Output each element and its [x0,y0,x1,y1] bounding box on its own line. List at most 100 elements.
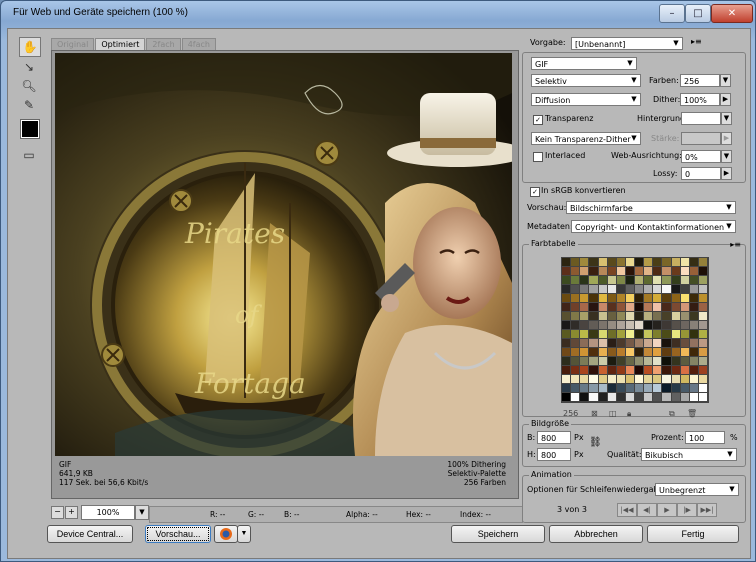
color-swatch[interactable] [698,366,708,375]
color-swatch[interactable] [571,339,581,348]
color-swatch[interactable] [680,321,690,330]
preview-button[interactable]: Vorschau... [145,525,211,543]
quality-select[interactable]: Bikubisch ▼ [641,448,737,461]
color-swatch[interactable] [571,303,581,312]
color-swatch[interactable] [598,339,608,348]
color-swatch[interactable] [671,375,681,384]
color-swatch[interactable] [580,348,590,357]
color-swatch[interactable] [635,339,645,348]
color-swatch[interactable] [653,303,663,312]
color-swatch[interactable] [607,357,617,366]
color-swatch[interactable] [598,321,608,330]
color-swatch[interactable] [607,276,617,285]
hand-tool-icon[interactable]: ✋ [19,37,41,57]
color-swatch[interactable] [671,366,681,375]
color-swatch[interactable] [662,267,672,276]
color-swatch[interactable] [644,339,654,348]
color-swatch[interactable] [635,384,645,393]
colors-field[interactable]: 256 [680,74,720,87]
color-swatch[interactable] [607,285,617,294]
transparency-checkbox[interactable]: ✓ [533,115,543,125]
color-swatch[interactable] [653,393,663,402]
color-swatch[interactable] [680,258,690,267]
color-swatch[interactable] [616,285,626,294]
color-swatch[interactable] [644,258,654,267]
color-swatch[interactable] [625,366,635,375]
color-swatch[interactable] [580,375,590,384]
color-swatch[interactable] [680,267,690,276]
color-swatch[interactable] [635,348,645,357]
color-swatch[interactable] [635,330,645,339]
color-swatch[interactable] [589,303,599,312]
color-swatch[interactable] [689,384,699,393]
color-swatch[interactable] [625,393,635,402]
color-swatch[interactable] [698,294,708,303]
color-swatch[interactable] [698,258,708,267]
color-swatch[interactable] [607,267,617,276]
eyedropper-color-swatch[interactable] [20,119,40,139]
color-swatch[interactable] [689,330,699,339]
dither-algorithm-select[interactable]: Diffusion ▼ [531,93,641,106]
color-swatch[interactable] [671,276,681,285]
color-swatch[interactable] [662,339,672,348]
width-field[interactable]: 800 [537,431,571,444]
color-swatch[interactable] [571,330,581,339]
color-swatch[interactable] [680,339,690,348]
color-swatch[interactable] [607,348,617,357]
color-swatch[interactable] [662,294,672,303]
color-swatch[interactable] [562,267,572,276]
color-swatch[interactable] [589,348,599,357]
color-swatch[interactable] [644,312,654,321]
color-swatch[interactable] [653,375,663,384]
color-swatch[interactable] [607,339,617,348]
dither-dropdown-icon[interactable]: ▶ [720,93,731,106]
cancel-button[interactable]: Abbrechen [549,525,643,543]
color-swatch[interactable] [571,276,581,285]
loop-options-select[interactable]: Unbegrenzt ▼ [655,483,739,496]
color-swatch[interactable] [562,366,572,375]
color-swatch[interactable] [680,303,690,312]
color-swatch[interactable] [562,276,572,285]
color-swatch[interactable] [571,357,581,366]
minimize-button[interactable]: – [659,4,685,23]
delete-color-icon[interactable]: 🗑︎ [687,409,697,418]
color-swatch[interactable] [616,330,626,339]
color-swatch[interactable] [671,393,681,402]
color-table-grid[interactable] [561,257,709,403]
color-swatch[interactable] [644,375,654,384]
color-swatch[interactable] [598,294,608,303]
matte-dropdown-icon[interactable]: ▼ [721,112,732,125]
color-swatch[interactable] [662,384,672,393]
color-swatch[interactable] [653,267,663,276]
color-swatch[interactable] [671,267,681,276]
color-swatch[interactable] [644,330,654,339]
color-swatch[interactable] [662,348,672,357]
srgb-checkbox[interactable]: ✓ [530,187,540,197]
color-swatch[interactable] [635,303,645,312]
color-swatch[interactable] [698,276,708,285]
color-swatch[interactable] [580,321,590,330]
color-swatch[interactable] [671,357,681,366]
color-swatch[interactable] [589,285,599,294]
color-swatch[interactable] [671,348,681,357]
color-swatch[interactable] [671,330,681,339]
color-swatch[interactable] [571,393,581,402]
color-swatch[interactable] [616,348,626,357]
color-swatch[interactable] [653,366,663,375]
color-swatch[interactable] [598,330,608,339]
color-swatch[interactable] [680,276,690,285]
color-swatch[interactable] [616,339,626,348]
color-swatch[interactable] [653,321,663,330]
color-swatch[interactable] [589,276,599,285]
color-swatch[interactable] [607,366,617,375]
browser-dropdown-icon[interactable]: ▼ [237,525,251,543]
metadata-select[interactable]: Copyright- und Kontaktinformationen ▼ [571,220,736,233]
reduction-select[interactable]: Selektiv ▼ [531,74,641,87]
color-swatch[interactable] [607,321,617,330]
color-swatch[interactable] [625,348,635,357]
height-field[interactable]: 800 [537,448,571,461]
color-swatch[interactable] [689,366,699,375]
color-swatch[interactable] [598,375,608,384]
previous-frame-icon[interactable]: ◀| [637,503,657,517]
color-swatch[interactable] [689,303,699,312]
